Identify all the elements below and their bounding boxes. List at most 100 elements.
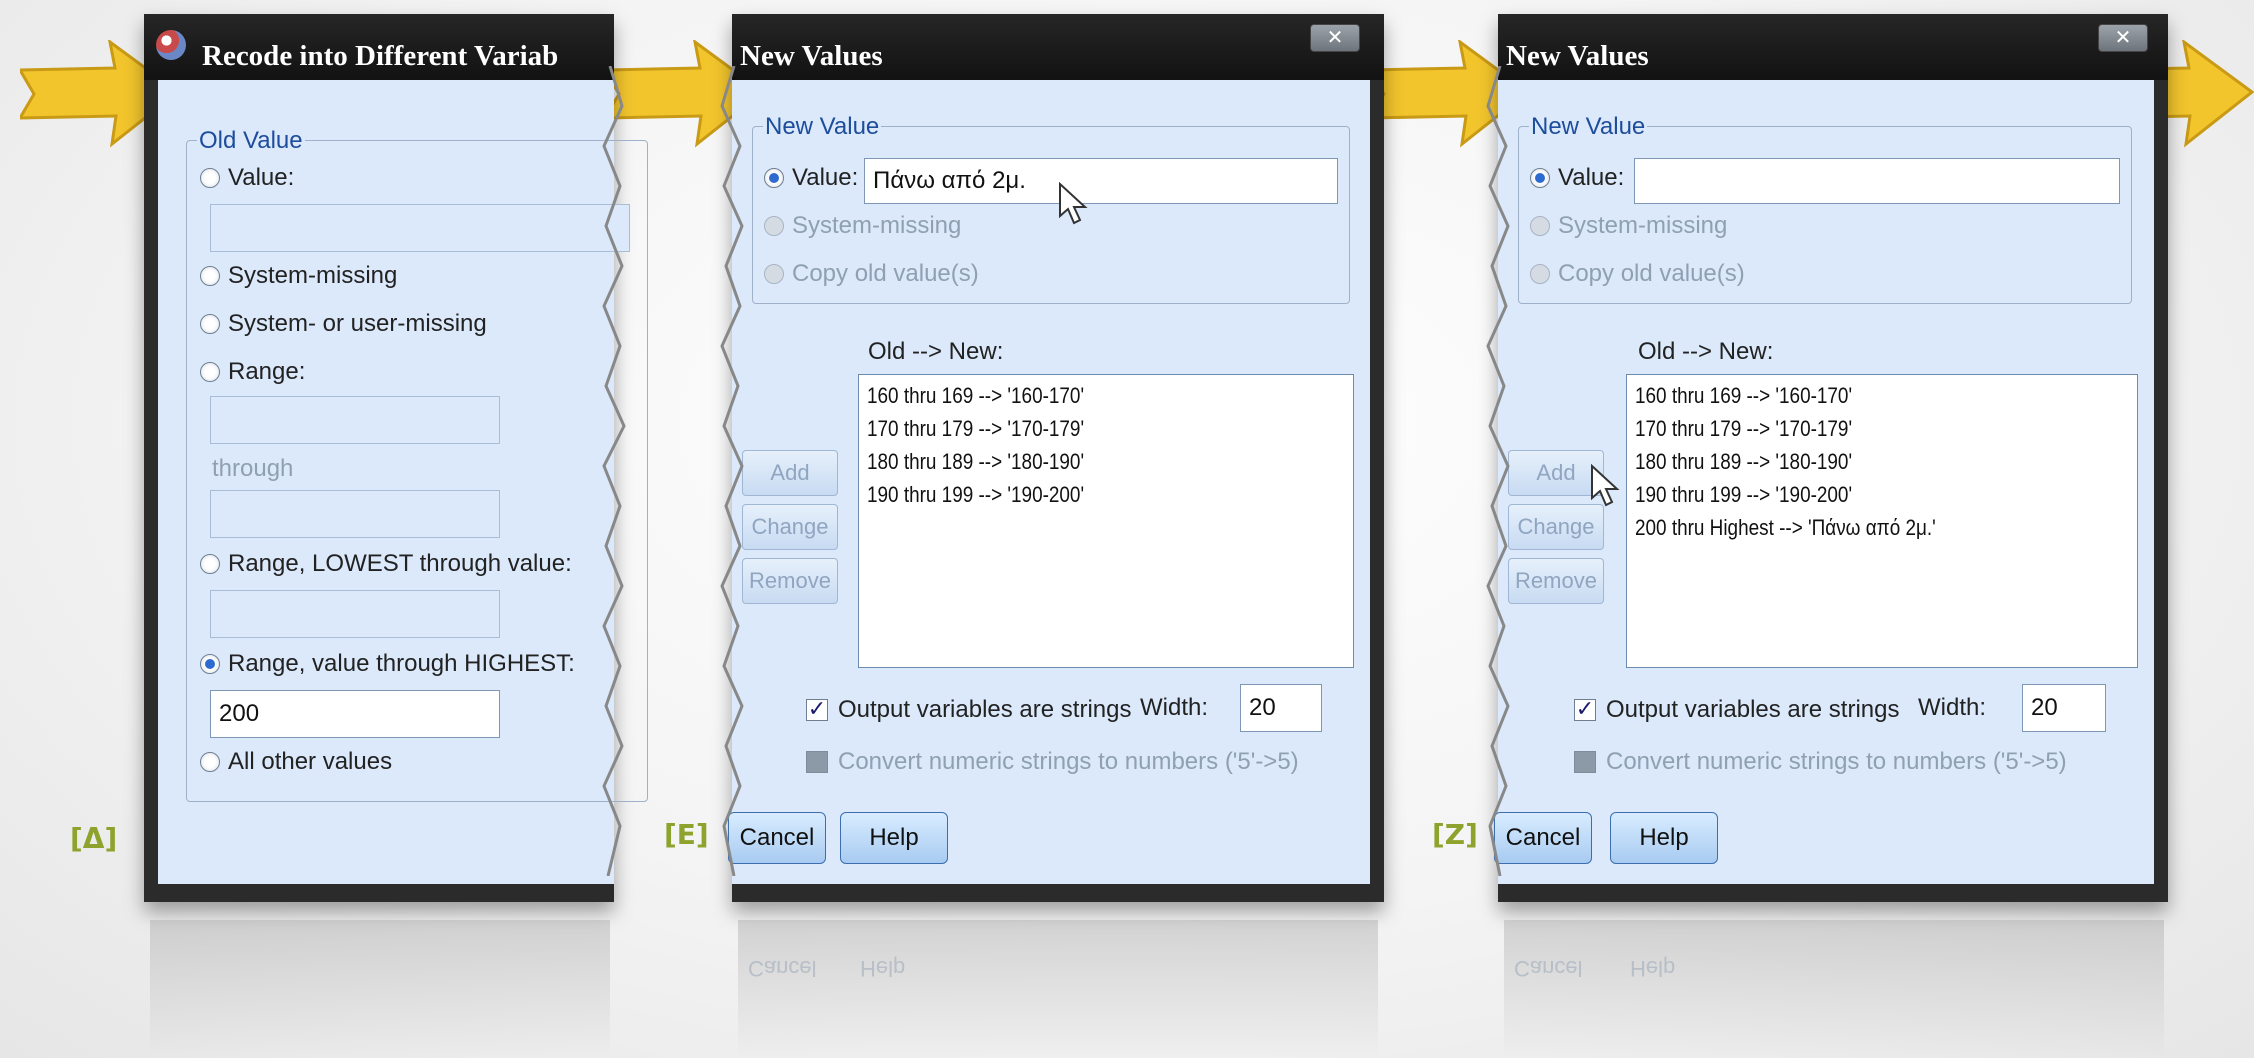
close-button[interactable]: ✕ <box>1310 24 1360 52</box>
panel-reflection <box>150 920 610 1058</box>
list-item[interactable]: 160 thru 169 --> '160-170' <box>867 379 1278 412</box>
list-item[interactable]: 190 thru 199 --> '190-200' <box>1635 478 2060 511</box>
list-item[interactable]: 190 thru 199 --> '190-200' <box>867 478 1278 511</box>
radio-button-icon <box>1530 264 1550 284</box>
list-item[interactable]: 160 thru 169 --> '160-170' <box>1635 379 2060 412</box>
output-strings-checkbox[interactable]: ✓ Output variables are strings <box>1574 696 1899 724</box>
radio-value[interactable]: Value: <box>200 164 294 192</box>
radio-button-icon <box>764 216 784 236</box>
radio-value-label: Value: <box>1558 164 1625 191</box>
radio-copy-old[interactable]: Copy old value(s) <box>1530 260 1745 288</box>
checkbox-icon <box>1574 751 1596 773</box>
radio-copy-old[interactable]: Copy old value(s) <box>764 260 979 288</box>
radio-copy-old-label: Copy old value(s) <box>1558 260 1745 287</box>
change-button[interactable]: Change <box>1508 504 1604 550</box>
new-values-dialog-panel-updated: New Values ✕ New Value Value: System-mis… <box>1494 14 2168 902</box>
new-value-input[interactable]: Πάνω από 2μ. <box>864 158 1338 204</box>
list-item[interactable]: 180 thru 189 --> '180-190' <box>867 445 1278 478</box>
remove-button[interactable]: Remove <box>1508 558 1604 604</box>
old-new-list[interactable]: 160 thru 169 --> '160-170' 170 thru 179 … <box>1626 374 2138 668</box>
list-item[interactable]: 180 thru 189 --> '180-190' <box>1635 445 2060 478</box>
convert-numeric-label: Convert numeric strings to numbers ('5'-… <box>838 748 1299 775</box>
panel-reflection <box>738 920 1378 1058</box>
radio-range[interactable]: Range: <box>200 358 305 386</box>
reflection-cancel: Cancel <box>748 956 817 981</box>
range-lowest-input[interactable] <box>210 590 500 638</box>
radio-system-missing-label: System-missing <box>792 212 962 239</box>
list-item[interactable]: 170 thru 179 --> '170-179' <box>1635 412 2060 445</box>
radio-range-highest-label: Range, value through HIGHEST: <box>228 650 575 677</box>
radio-all-other[interactable]: All other values <box>200 748 392 776</box>
output-strings-label: Output variables are strings <box>1606 696 1900 723</box>
old-new-list-label: Old --> New: <box>868 338 1004 365</box>
radio-value[interactable]: Value: <box>1530 164 1624 192</box>
radio-button-icon <box>200 168 220 188</box>
radio-value[interactable]: Value: <box>764 164 858 192</box>
help-button[interactable]: Help <box>840 812 948 864</box>
convert-numeric-label: Convert numeric strings to numbers ('5'-… <box>1606 748 2067 775</box>
radio-button-selected-icon <box>764 168 784 188</box>
recode-dialog-panel: Recode into Different Variab Old Value V… <box>144 14 648 902</box>
help-button[interactable]: Help <box>1610 812 1718 864</box>
radio-system-missing[interactable]: System-missing <box>200 262 397 290</box>
add-button[interactable]: Add <box>742 450 838 496</box>
through-label: through <box>212 455 294 482</box>
radio-button-icon <box>200 314 220 334</box>
radio-system-user-missing[interactable]: System- or user-missing <box>200 310 487 338</box>
radio-range-highest[interactable]: Range, value through HIGHEST: <box>200 650 575 678</box>
reflection-help: Help <box>860 956 906 981</box>
radio-all-other-label: All other values <box>228 748 393 775</box>
dialog-title: New Values <box>732 14 1384 80</box>
width-label: Width: <box>1918 694 1987 721</box>
radio-copy-old-label: Copy old value(s) <box>792 260 979 287</box>
close-button[interactable]: ✕ <box>2098 24 2148 52</box>
radio-button-selected-icon <box>200 654 220 674</box>
change-button[interactable]: Change <box>742 504 838 550</box>
old-new-list[interactable]: 160 thru 169 --> '160-170' 170 thru 179 … <box>858 374 1354 668</box>
radio-button-icon <box>764 264 784 284</box>
radio-system-missing-label: System-missing <box>1558 212 1728 239</box>
new-value-input[interactable] <box>1634 158 2120 204</box>
new-value-group-label: New Value <box>763 113 882 141</box>
radio-range-label: Range: <box>228 358 306 385</box>
radio-button-icon <box>200 266 220 286</box>
radio-range-lowest[interactable]: Range, LOWEST through value: <box>200 550 572 578</box>
radio-value-label: Value: <box>228 164 295 191</box>
convert-numeric-checkbox[interactable]: Convert numeric strings to numbers ('5'-… <box>806 748 1299 776</box>
torn-edge <box>1486 66 1510 876</box>
radio-system-missing[interactable]: System-missing <box>764 212 961 240</box>
radio-button-icon <box>200 752 220 772</box>
old-value-group-label: Old Value <box>197 127 305 155</box>
mouse-pointer-icon <box>1591 464 1620 507</box>
output-strings-checkbox[interactable]: ✓ Output variables are strings <box>806 696 1131 724</box>
new-values-dialog-panel: New Values ✕ New Value Value: Πάνω από 2… <box>728 14 1384 902</box>
mouse-pointer-icon <box>1059 182 1088 225</box>
range-from-input[interactable] <box>210 396 500 444</box>
torn-edge <box>720 66 744 876</box>
checkmark-icon: ✓ <box>1574 696 1596 721</box>
new-value-group-label: New Value <box>1529 113 1648 141</box>
width-input[interactable]: 20 <box>1240 684 1322 732</box>
convert-numeric-checkbox[interactable]: Convert numeric strings to numbers ('5'-… <box>1574 748 2067 776</box>
radio-value-label: Value: <box>792 164 859 191</box>
range-highest-input[interactable]: 200 <box>210 690 500 738</box>
dialog-client-area: New Value Value: Πάνω από 2μ. System-mis… <box>728 80 1370 884</box>
list-item[interactable]: 200 thru Highest --> 'Πάνω από 2μ.' <box>1635 511 2060 544</box>
radio-button-icon <box>200 362 220 382</box>
range-to-input[interactable] <box>210 490 500 538</box>
dialog-title: New Values <box>1498 14 2168 80</box>
output-strings-label: Output variables are strings <box>838 696 1132 723</box>
width-label: Width: <box>1140 694 1209 721</box>
radio-button-icon <box>200 554 220 574</box>
radio-system-missing-label: System-missing <box>228 262 398 289</box>
dialog-title: Recode into Different Variab <box>144 14 614 80</box>
torn-edge <box>602 66 626 876</box>
checkmark-icon: ✓ <box>806 696 828 721</box>
value-input[interactable] <box>210 204 630 252</box>
radio-system-user-missing-label: System- or user-missing <box>228 310 487 337</box>
list-item[interactable]: 170 thru 179 --> '170-179' <box>867 412 1278 445</box>
checkbox-icon <box>806 751 828 773</box>
remove-button[interactable]: Remove <box>742 558 838 604</box>
width-input[interactable]: 20 <box>2022 684 2106 732</box>
radio-system-missing[interactable]: System-missing <box>1530 212 1727 240</box>
